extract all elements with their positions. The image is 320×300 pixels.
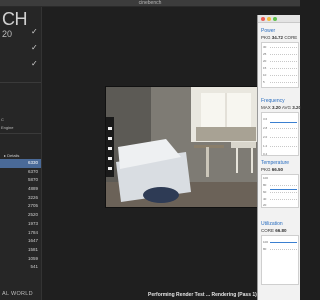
- score-row-12[interactable]: 541: [0, 263, 41, 272]
- check-icon-1[interactable]: ✓: [31, 28, 41, 36]
- details-toggle[interactable]: ▸ Details: [4, 153, 19, 158]
- app-window: cinebench CH 20 ✓ ✓ ✓ C Engine ▸ Details…: [0, 0, 302, 300]
- utilization-section: Utilization CORE 66.80 100 80: [258, 211, 300, 291]
- render-viewport: [105, 86, 260, 208]
- zoom-icon[interactable]: [273, 17, 277, 21]
- score-row-0[interactable]: 6330: [0, 159, 41, 168]
- score-row-9[interactable]: 1647: [0, 237, 41, 246]
- app-version: 20: [2, 29, 13, 39]
- power-graph: 30 25 20 15 10 5: [261, 42, 299, 88]
- frequency-title: Frequency: [261, 98, 285, 104]
- title-bar: cinebench: [0, 0, 300, 7]
- utilization-line: [270, 242, 297, 243]
- temperature-section: Temperature PKG 66.50 100 80 60 40 20: [258, 158, 300, 211]
- window-title: cinebench: [138, 0, 162, 6]
- score-row-1[interactable]: 6370: [0, 168, 41, 177]
- app-logo: CH: [2, 9, 28, 29]
- check-icon-2[interactable]: ✓: [31, 44, 41, 52]
- power-monitor-panel: Power PKG 34.72 CORE 30 25 20 15 10 5 Fr: [257, 15, 302, 300]
- power-section: Power PKG 34.72 CORE 30 25 20 15 10 5: [258, 23, 300, 89]
- score-row-4[interactable]: 3226: [0, 194, 41, 203]
- score-row-5[interactable]: 2705: [0, 202, 41, 211]
- info-line-6: Engine: [1, 125, 14, 130]
- footer-brand: AL WORLD: [2, 291, 33, 297]
- render-image: [106, 87, 259, 207]
- utilization-readout: CORE 66.80: [261, 228, 287, 233]
- monitor-titlebar: [258, 15, 300, 23]
- frequency-line: [270, 122, 297, 123]
- frequency-readout: MAX 3.20 AVG 3.20: [261, 105, 302, 110]
- score-list: 6330 6370 5870 4889 3226 2705 2520 1973 …: [0, 159, 41, 272]
- close-icon[interactable]: [261, 17, 265, 21]
- power-title: Power: [261, 28, 276, 34]
- utilization-graph: 100 80: [261, 235, 299, 285]
- left-panel: CH 20 ✓ ✓ ✓ C Engine ▸ Details 6330 6370…: [0, 7, 42, 300]
- power-readout: PKG 34.72 CORE: [261, 35, 298, 40]
- details-label: Details: [7, 153, 20, 158]
- score-row-2[interactable]: 5870: [0, 176, 41, 185]
- temperature-readout: PKG 66.50: [261, 167, 284, 172]
- score-row-11[interactable]: 1059: [0, 255, 41, 264]
- system-info-box: C Engine: [0, 82, 41, 134]
- temperature-title: Temperature: [261, 160, 290, 166]
- check-icon-3[interactable]: ✓: [31, 60, 41, 68]
- score-row-10[interactable]: 1581: [0, 246, 41, 255]
- minimize-icon[interactable]: [267, 17, 271, 21]
- score-row-6[interactable]: 2520: [0, 211, 41, 220]
- frequency-graph: 3.6 2.8 2.0 1.2 0.4: [261, 112, 299, 156]
- frequency-section: Frequency MAX 3.20 AVG 3.20 3.6 2.8 2.0 …: [258, 89, 302, 158]
- render-status: Performing Render Test ... Rendering (Pa…: [148, 292, 257, 298]
- utilization-title: Utilization: [261, 221, 283, 227]
- score-row-7[interactable]: 1973: [0, 220, 41, 229]
- temperature-graph: 100 80 60 40 20: [261, 174, 299, 208]
- score-row-8[interactable]: 1784: [0, 229, 41, 238]
- temperature-line: [270, 189, 297, 190]
- score-row-3[interactable]: 4889: [0, 185, 41, 194]
- info-line-5: C: [1, 117, 4, 122]
